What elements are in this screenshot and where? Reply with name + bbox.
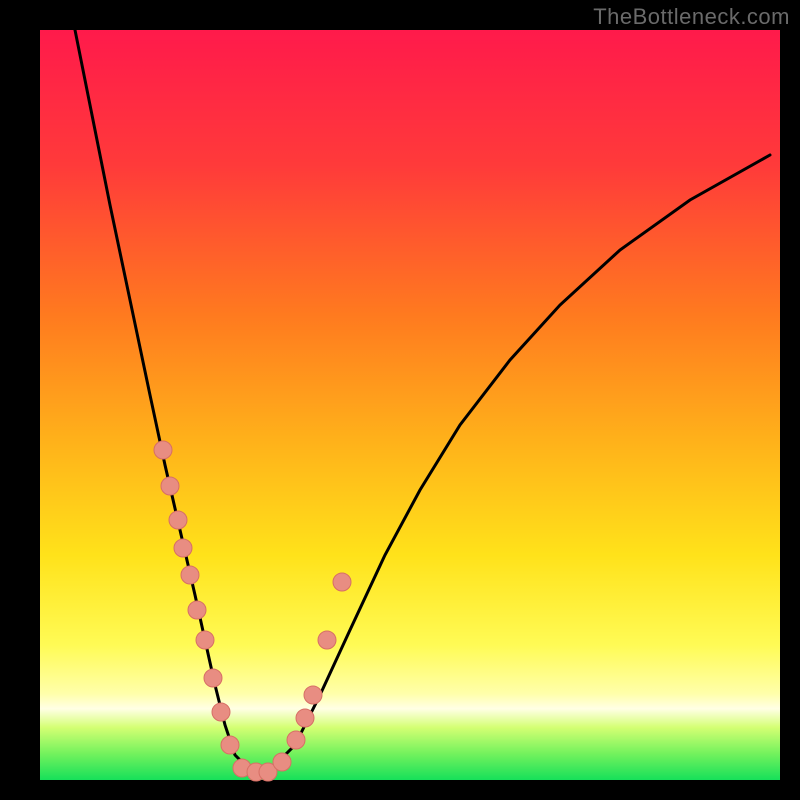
highlight-dot [212, 703, 230, 721]
highlight-dot [221, 736, 239, 754]
highlight-dot [181, 566, 199, 584]
highlight-dot [161, 477, 179, 495]
highlight-dot [318, 631, 336, 649]
highlight-dot [169, 511, 187, 529]
bottleneck-chart [0, 0, 800, 800]
highlight-dot [174, 539, 192, 557]
highlight-dot [333, 573, 351, 591]
chart-container: TheBottleneck.com [0, 0, 800, 800]
highlight-dot [304, 686, 322, 704]
highlight-dot [273, 753, 291, 771]
highlight-dot [188, 601, 206, 619]
watermark-label: TheBottleneck.com [593, 4, 790, 30]
highlight-dot [287, 731, 305, 749]
highlight-dot [196, 631, 214, 649]
highlight-dot [296, 709, 314, 727]
highlight-dot [204, 669, 222, 687]
highlight-dot [154, 441, 172, 459]
